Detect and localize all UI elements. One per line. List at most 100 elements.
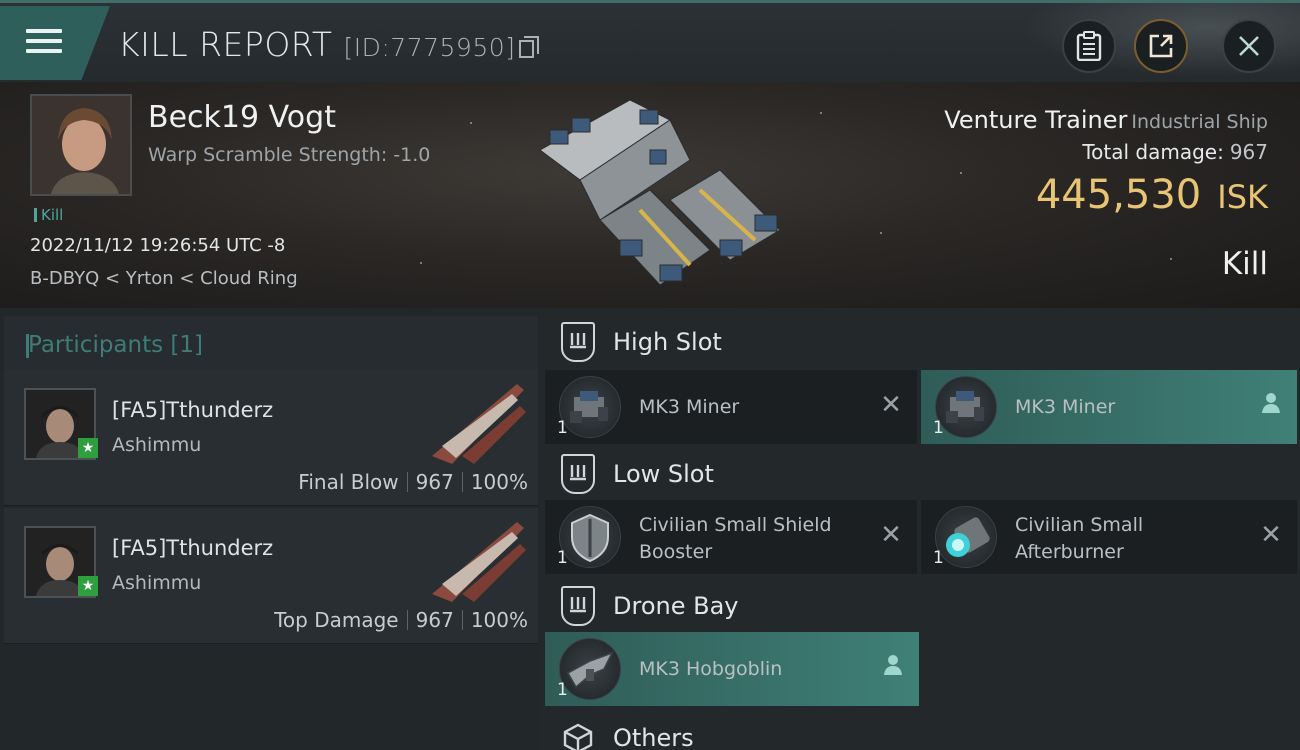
module-item[interactable]: 1 MK3 Hobgoblin	[545, 632, 919, 706]
victim-avatar[interactable]	[30, 94, 132, 196]
cube-icon	[561, 718, 595, 750]
isk-value-line: 445,530 ISK	[1036, 172, 1268, 218]
ship-class: Industrial Ship	[1131, 111, 1268, 133]
participants-title: Participants [1]	[28, 332, 203, 358]
module-item[interactable]: 1 Civilian Small Afterburner ✕	[921, 500, 1297, 574]
share-icon	[1149, 34, 1173, 58]
person-icon	[1259, 392, 1283, 420]
star-badge-icon: ★	[78, 438, 98, 458]
low-slot-header: Low Slot	[545, 444, 1300, 504]
module-name-line: Civilian Small	[1015, 514, 1144, 536]
miner-module-icon	[559, 376, 621, 438]
warp-scramble-strength: Warp Scramble Strength: -1.0	[148, 144, 431, 166]
ship-image	[539, 99, 781, 286]
participant-ship-image	[432, 522, 526, 602]
report-button[interactable]	[1062, 19, 1116, 73]
drone-icon	[559, 638, 621, 700]
participants-panel: Participants [1] ★ [FA5]Tthunderz Ashimm…	[0, 308, 540, 750]
kill-timestamp: 2022/11/12 19:26:54 UTC -8	[30, 235, 286, 256]
miner-module-icon	[935, 376, 997, 438]
kill-tag-label: Kill	[41, 206, 64, 224]
module-quantity: 1	[557, 680, 568, 700]
module-name: Civilian Small Afterburner	[1015, 512, 1143, 566]
participant-stats: Final Blow 967 100%	[298, 470, 528, 494]
participant-damage: 967	[415, 470, 454, 494]
total-damage: Total damage: 967	[1082, 140, 1268, 164]
participant-name: [FA5]Tthunderz	[112, 398, 274, 422]
share-button[interactable]	[1134, 19, 1188, 73]
drone-bay-header: Drone Bay	[545, 576, 1300, 636]
hamburger-menu-icon[interactable]	[24, 25, 64, 59]
module-name-line: Booster	[639, 541, 713, 563]
destroyed-icon: ✕	[1260, 520, 1282, 550]
others-header: Others	[545, 708, 1300, 750]
module-name-line: Afterburner	[1015, 541, 1124, 563]
module-name: MK3 Miner	[1015, 396, 1116, 418]
participant-role: Top Damage	[274, 608, 399, 632]
module-name: MK3 Miner	[639, 396, 740, 418]
copy-icon[interactable]	[519, 36, 540, 58]
star-badge-icon: ★	[78, 576, 98, 596]
stats-divider	[461, 610, 463, 630]
total-damage-label: Total damage:	[1082, 140, 1224, 164]
participant-percent: 100%	[470, 470, 528, 494]
high-slot-label: High Slot	[613, 328, 722, 356]
page-title-text: KILL REPORT	[118, 25, 333, 64]
isk-value: 445,530	[1035, 172, 1202, 218]
others-label: Others	[613, 724, 694, 750]
high-slot-icon	[561, 322, 595, 362]
total-damage-value: 967	[1229, 140, 1268, 164]
module-item[interactable]: 1 Civilian Small Shield Booster ✕	[545, 500, 917, 574]
module-quantity: 1	[557, 418, 568, 438]
ship-name: Venture Trainer	[944, 106, 1128, 134]
participant-ship: Ashimmu	[112, 572, 202, 594]
participant-percent: 100%	[470, 608, 528, 632]
ship-name-line[interactable]: Venture Trainer Industrial Ship	[944, 106, 1268, 134]
participant-role: Final Blow	[298, 470, 399, 494]
drone-bay-label: Drone Bay	[613, 592, 739, 620]
module-quantity: 1	[933, 418, 944, 438]
kill-tag: Kill	[34, 206, 63, 224]
kill-location[interactable]: B-DBYQ < Yrton < Cloud Ring	[30, 268, 298, 289]
close-button[interactable]	[1222, 19, 1276, 73]
clipboard-icon	[1076, 31, 1102, 61]
module-item[interactable]: 1 MK3 Miner ✕	[545, 370, 917, 444]
victim-portrait-image	[32, 96, 130, 194]
module-item[interactable]: 1 MK3 Miner	[921, 370, 1297, 444]
destroyed-icon: ✕	[880, 520, 902, 550]
module-name: Civilian Small Shield Booster	[639, 512, 832, 566]
participant-ship: Ashimmu	[112, 434, 202, 456]
isk-unit: ISK	[1217, 178, 1268, 216]
kill-result: Kill	[1221, 246, 1268, 282]
afterburner-icon	[935, 506, 997, 568]
person-icon	[881, 654, 905, 682]
module-quantity: 1	[933, 548, 944, 568]
victim-summary: Beck19 Vogt Warp Scramble Strength: -1.0…	[0, 82, 1300, 308]
participant-stats: Top Damage 967 100%	[274, 608, 528, 632]
header-bar: KILL REPORT [ID:7775950]	[0, 0, 1300, 85]
fitting-panel: High Slot 1 MK3 Miner ✕ 1 MK3 Miner Low	[545, 308, 1300, 750]
low-slot-icon	[561, 454, 595, 494]
participant-damage: 967	[415, 608, 454, 632]
low-slot-label: Low Slot	[613, 460, 714, 488]
module-name: MK3 Hobgoblin	[639, 658, 783, 680]
module-name-line: Civilian Small Shield	[639, 514, 832, 536]
destroyed-icon: ✕	[880, 390, 902, 420]
participant-ship-image	[432, 384, 526, 464]
victim-name[interactable]: Beck19 Vogt	[148, 100, 336, 135]
kill-tag-marker	[34, 208, 37, 222]
participant-row[interactable]: ★ [FA5]Tthunderz Ashimmu Final Blow 967 10…	[4, 370, 538, 506]
shield-booster-icon	[559, 506, 621, 568]
stats-divider	[406, 610, 408, 630]
stats-divider	[406, 472, 408, 492]
module-quantity: 1	[557, 548, 568, 568]
report-id: [ID:7775950]	[343, 33, 516, 62]
high-slot-header: High Slot	[545, 312, 1300, 372]
participant-row[interactable]: ★ [FA5]Tthunderz Ashimmu Top Damage 967 10…	[4, 508, 538, 644]
kill-report-window: KILL REPORT [ID:7775950] Beck19 Vogt War…	[0, 0, 1300, 750]
page-title: KILL REPORT [ID:7775950]	[118, 25, 540, 64]
stats-divider	[461, 472, 463, 492]
participants-header: Participants [1]	[4, 316, 538, 374]
close-icon	[1239, 36, 1259, 56]
drone-bay-icon	[561, 586, 595, 626]
